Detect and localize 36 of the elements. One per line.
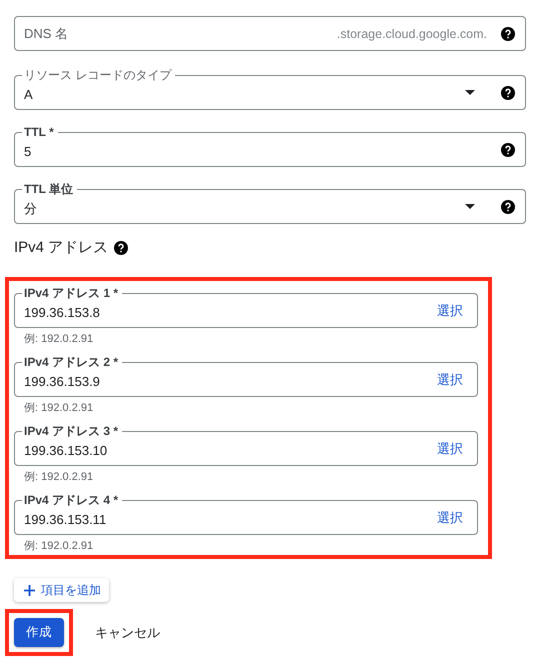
plus-icon — [24, 584, 35, 596]
field-label: IPv4 アドレス 1 * — [22, 285, 122, 301]
select-link[interactable]: 選択 — [437, 508, 463, 526]
caret-icon[interactable] — [465, 204, 475, 209]
field-label: IPv4 アドレス 2 * — [22, 354, 122, 370]
help-icon[interactable] — [501, 200, 515, 214]
cancel-button[interactable]: キャンセル — [89, 620, 166, 646]
field-label: リソース レコードのタイプ — [22, 67, 176, 83]
field-value: 199.36.153.8 — [24, 305, 100, 320]
help-icon[interactable] — [501, 142, 515, 156]
field-value: A — [24, 87, 33, 102]
field-value: 199.36.153.11 — [24, 512, 106, 527]
select-link[interactable]: 選択 — [437, 370, 463, 388]
help-icon[interactable] — [501, 86, 515, 100]
form-field[interactable]: DNS 名 .storage.cloud.google.com. — [14, 16, 526, 51]
field-value: 199.36.153.9 — [24, 374, 100, 389]
select-link[interactable]: 選択 — [437, 440, 463, 458]
field-label: IPv4 アドレス 4 * — [22, 492, 122, 508]
caret-icon[interactable] — [465, 90, 475, 95]
section-heading: IPv4 アドレス — [14, 238, 108, 257]
field-label: IPv4 アドレス 3 * — [22, 423, 122, 439]
field-value: 分 — [24, 200, 37, 218]
field-hint: 例: 192.0.2.91 — [23, 470, 94, 485]
field-hint: 例: 192.0.2.91 — [23, 401, 94, 416]
select-link[interactable]: 選択 — [437, 302, 463, 320]
field-placeholder: DNS 名 — [24, 24, 68, 42]
field-label: TTL 単位 — [22, 181, 78, 197]
field-value: 5 — [24, 144, 32, 159]
add-item-button[interactable]: 項目を追加 — [14, 578, 109, 602]
field-suffix: .storage.cloud.google.com. — [336, 26, 487, 40]
create-button[interactable]: 作成 — [14, 618, 64, 647]
help-icon[interactable] — [114, 240, 128, 254]
field-hint: 例: 192.0.2.91 — [23, 332, 94, 347]
field-value: 199.36.153.10 — [24, 443, 108, 458]
help-icon[interactable] — [501, 26, 515, 40]
field-hint: 例: 192.0.2.91 — [23, 539, 94, 554]
